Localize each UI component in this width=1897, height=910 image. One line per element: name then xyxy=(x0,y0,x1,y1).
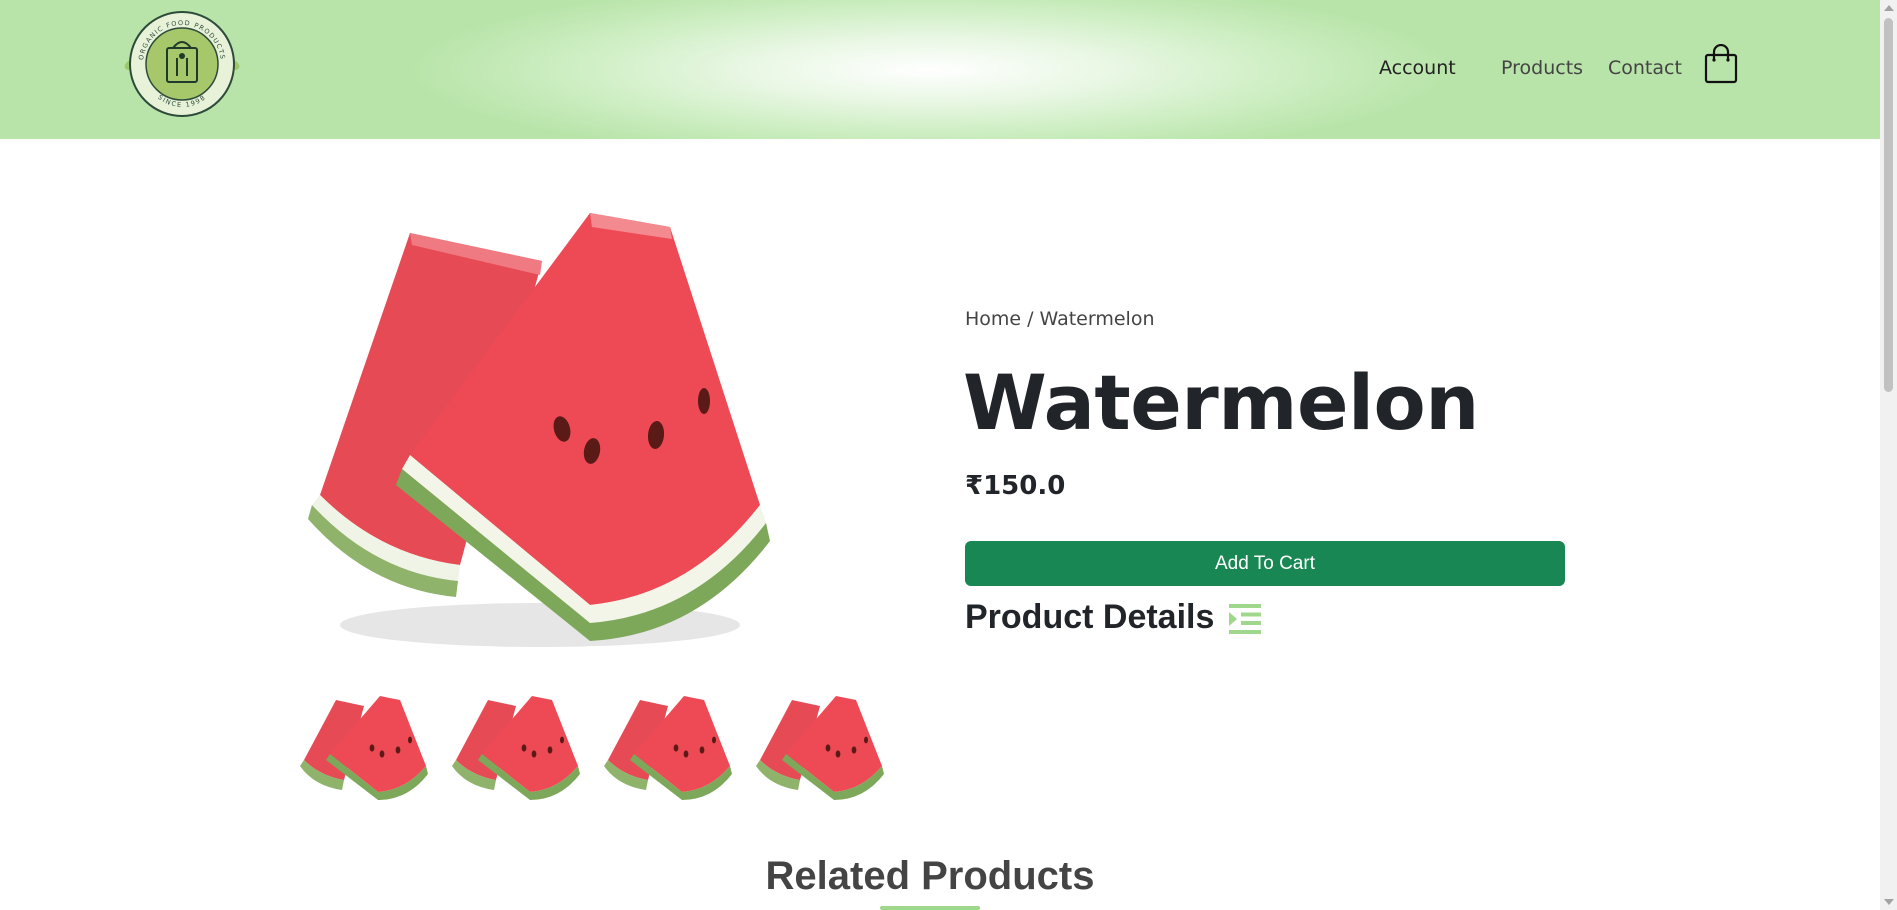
breadcrumb-current: Watermelon xyxy=(1039,308,1155,330)
shopping-bag-icon[interactable] xyxy=(1704,44,1738,84)
product-title: Watermelon xyxy=(963,358,1479,447)
product-thumbnail[interactable] xyxy=(300,694,434,802)
add-to-cart-button[interactable]: Add To Cart xyxy=(965,541,1565,586)
product-thumbnail[interactable] xyxy=(604,694,738,802)
breadcrumb-separator: / xyxy=(1027,308,1034,330)
page-scrollbar[interactable] xyxy=(1880,0,1897,910)
brand-logo[interactable]: ORGANIC FOOD PRODUCTS SINCE 1998 xyxy=(121,8,243,120)
page: ORGANIC FOOD PRODUCTS SINCE 1998 Account… xyxy=(0,0,1897,910)
scroll-up-arrow-icon[interactable] xyxy=(1884,5,1894,11)
nav-contact-link[interactable]: Contact xyxy=(1608,57,1682,79)
indent-list-icon[interactable] xyxy=(1229,604,1261,634)
nav-account-link[interactable]: Account xyxy=(1379,57,1456,79)
scroll-thumb[interactable] xyxy=(1884,18,1893,392)
related-products-heading: Related Products xyxy=(765,854,1095,898)
product-thumbnail[interactable] xyxy=(756,694,890,802)
scroll-down-arrow-icon[interactable] xyxy=(1884,899,1894,905)
related-heading-underline xyxy=(880,906,980,910)
product-thumbnail[interactable] xyxy=(452,694,586,802)
breadcrumb-home[interactable]: Home xyxy=(965,308,1021,330)
product-details-heading: Product Details xyxy=(965,598,1215,636)
product-main-image xyxy=(308,213,770,647)
breadcrumb: Home / Watermelon xyxy=(965,308,1155,330)
site-header: ORGANIC FOOD PRODUCTS SINCE 1998 Account… xyxy=(0,0,1880,139)
nav-products-link[interactable]: Products xyxy=(1501,57,1583,79)
product-price: ₹150.0 xyxy=(965,471,1066,501)
